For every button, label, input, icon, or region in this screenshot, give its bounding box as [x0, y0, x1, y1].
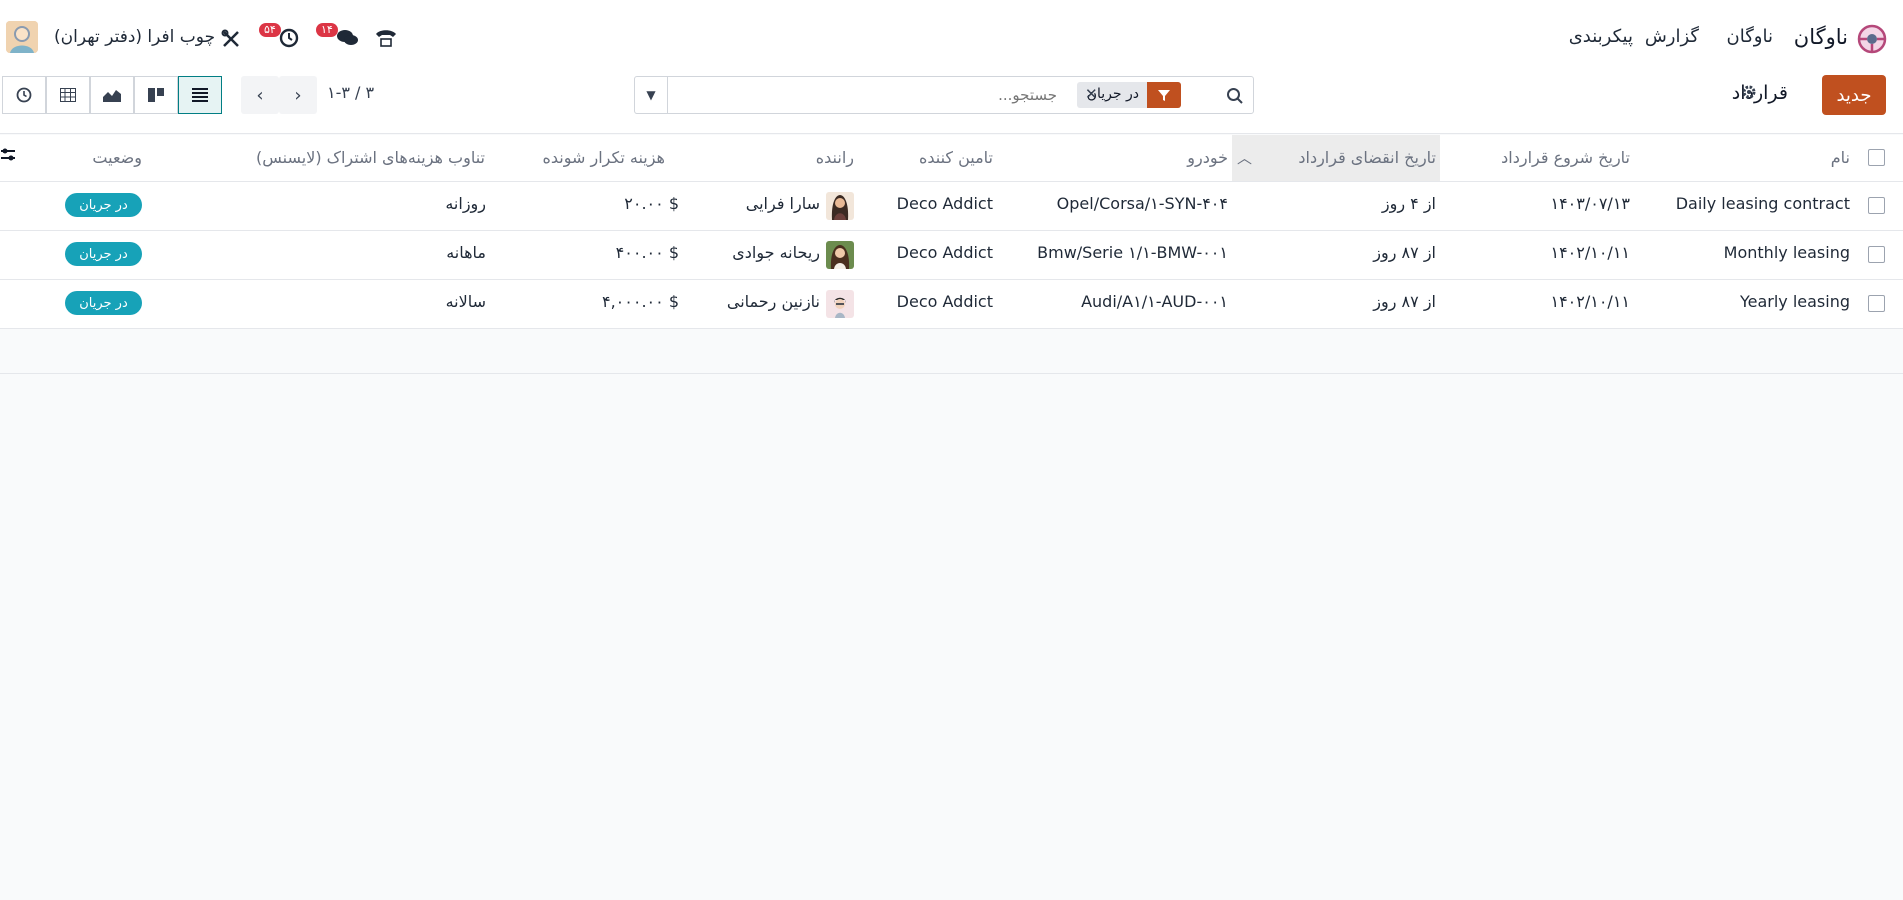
chat-icon[interactable] [335, 27, 359, 49]
app-brand[interactable]: ناوگان [1794, 25, 1848, 49]
cell-driver: نازنین رحمانی [726, 292, 820, 311]
sort-up-icon: ︿ [1237, 149, 1253, 167]
activity-view-button[interactable] [2, 76, 46, 114]
close-icon[interactable]: ✕ [1085, 85, 1098, 103]
steering-wheel-icon[interactable] [1857, 24, 1887, 54]
cell-driver: سارا فرایی [745, 194, 820, 213]
pivot-view-button[interactable] [46, 76, 90, 114]
search-options-toggle[interactable]: ▼ [635, 77, 668, 113]
avatar[interactable] [6, 21, 38, 53]
filter-facet: در جریان ✕ [1077, 82, 1181, 108]
cell-frequency: روزانه [445, 194, 486, 213]
cell-frequency: سالانه [445, 292, 486, 311]
select-all-checkbox[interactable] [1868, 149, 1885, 166]
optional-columns-icon[interactable] [1, 146, 15, 168]
list-footer [0, 329, 1903, 374]
new-button[interactable]: جدید [1822, 75, 1886, 115]
column-driver[interactable]: راننده [816, 148, 854, 167]
driver-avatar [826, 290, 854, 318]
status-badge: در جریان [65, 242, 142, 266]
kanban-icon [148, 88, 164, 102]
cell-cost: ۲۰.۰۰ $ [624, 194, 679, 213]
cell-vehicle: Opel/Corsa/۱-SYN-۴۰۴ [1056, 194, 1228, 213]
status-badge: در جریان [65, 291, 142, 315]
row-checkbox[interactable] [1868, 246, 1885, 263]
tools-icon[interactable] [220, 28, 242, 50]
cell-start-date: ۱۴۰۲/۱۰/۱۱ [1550, 243, 1630, 262]
menu-reporting[interactable]: گزارش [1645, 26, 1699, 47]
cell-start-date: ۱۴۰۲/۱۰/۱۱ [1550, 292, 1630, 311]
cell-expiry: از ۸۷ روز [1373, 243, 1436, 262]
gear-icon[interactable] [1740, 83, 1758, 101]
row-checkbox[interactable] [1868, 295, 1885, 312]
column-status[interactable]: وضعیت [92, 148, 142, 167]
kanban-view-button[interactable] [134, 76, 178, 114]
area-chart-icon [103, 90, 121, 102]
menu-fleet[interactable]: ناوگان [1727, 26, 1773, 47]
activities-badge: ۵۴ [259, 23, 281, 37]
phone-icon[interactable] [374, 27, 398, 49]
cell-cost: ۴,۰۰۰.۰۰ $ [602, 292, 679, 311]
search-input[interactable] [647, 83, 1057, 107]
driver-avatar [826, 192, 854, 220]
table-row[interactable]: Yearly leasing ۱۴۰۲/۱۰/۱۱ از ۸۷ روز Audi… [0, 280, 1903, 329]
list-view-button[interactable] [178, 76, 222, 114]
pager-prev-button[interactable]: ‹ [241, 76, 279, 114]
cell-frequency: ماهانه [446, 243, 486, 262]
top-navbar: ناوگان ناوگان گزارش پیکربندی چوب افرا (د… [0, 0, 1903, 76]
menu-configuration[interactable]: پیکربندی [1569, 26, 1633, 47]
table-icon [60, 88, 76, 102]
cell-vehicle: Audi/A۱/۱-AUD-۰۰۱ [1081, 292, 1228, 311]
table-row[interactable]: Monthly leasing ۱۴۰۲/۱۰/۱۱ از ۸۷ روز Bmw… [0, 231, 1903, 280]
cell-driver: ریحانه جوادی [732, 243, 820, 262]
pager-next-button[interactable]: › [279, 76, 317, 114]
column-name[interactable]: نام [1831, 148, 1850, 167]
column-frequency[interactable]: تناوب هزینه‌های اشتراک (لایسنس) [256, 148, 485, 167]
chevron-down-icon: ▼ [646, 88, 656, 102]
search-bar: در جریان ✕ ▼ [634, 76, 1254, 114]
cell-vehicle: Bmw/Serie ۱/۱-BMW-۰۰۱ [1037, 243, 1228, 262]
graph-view-button[interactable] [90, 76, 134, 114]
row-checkbox[interactable] [1868, 197, 1885, 214]
cell-expiry: از ۴ روز [1381, 194, 1436, 213]
column-vehicle[interactable]: خودرو [1187, 148, 1228, 167]
filter-icon [1147, 82, 1181, 108]
column-expiry-date[interactable]: تاریخ انقضای قرارداد [1298, 148, 1436, 167]
messages-badge: ۱۴ [316, 23, 338, 37]
table-row[interactable]: Daily leasing contract ۱۴۰۳/۰۷/۱۳ از ۴ ر… [0, 182, 1903, 231]
cell-cost: ۴۰۰.۰۰ $ [615, 243, 679, 262]
chevron-right-icon: › [294, 84, 302, 106]
cell-expiry: از ۸۷ روز [1373, 292, 1436, 311]
status-badge: در جریان [65, 193, 142, 217]
cell-name: Monthly leasing [1723, 243, 1850, 262]
search-icon[interactable] [1225, 86, 1245, 106]
list-header: نام تاریخ شروع قرارداد تاریخ انقضای قرار… [0, 135, 1903, 182]
column-recurring-cost[interactable]: هزینه تکرار شونده [543, 148, 666, 167]
column-start-date[interactable]: تاریخ شروع قرارداد [1501, 148, 1630, 167]
company-switcher[interactable]: چوب افرا (دفتر تهران) [54, 27, 215, 47]
clock-icon[interactable] [278, 27, 300, 49]
cell-vendor: Deco Addict [896, 194, 993, 213]
driver-avatar [826, 241, 854, 269]
pager-value[interactable]: ۱-۳ / ۳ [327, 83, 374, 102]
chevron-left-icon: ‹ [256, 84, 264, 106]
cell-name: Yearly leasing [1739, 292, 1850, 311]
cell-start-date: ۱۴۰۳/۰۷/۱۳ [1550, 194, 1630, 213]
clock-icon [16, 87, 32, 103]
cell-name: Daily leasing contract [1675, 194, 1850, 213]
cell-vendor: Deco Addict [896, 292, 993, 311]
list-icon [192, 88, 208, 102]
column-vendor[interactable]: تامین کننده [919, 148, 993, 167]
cell-vendor: Deco Addict [896, 243, 993, 262]
